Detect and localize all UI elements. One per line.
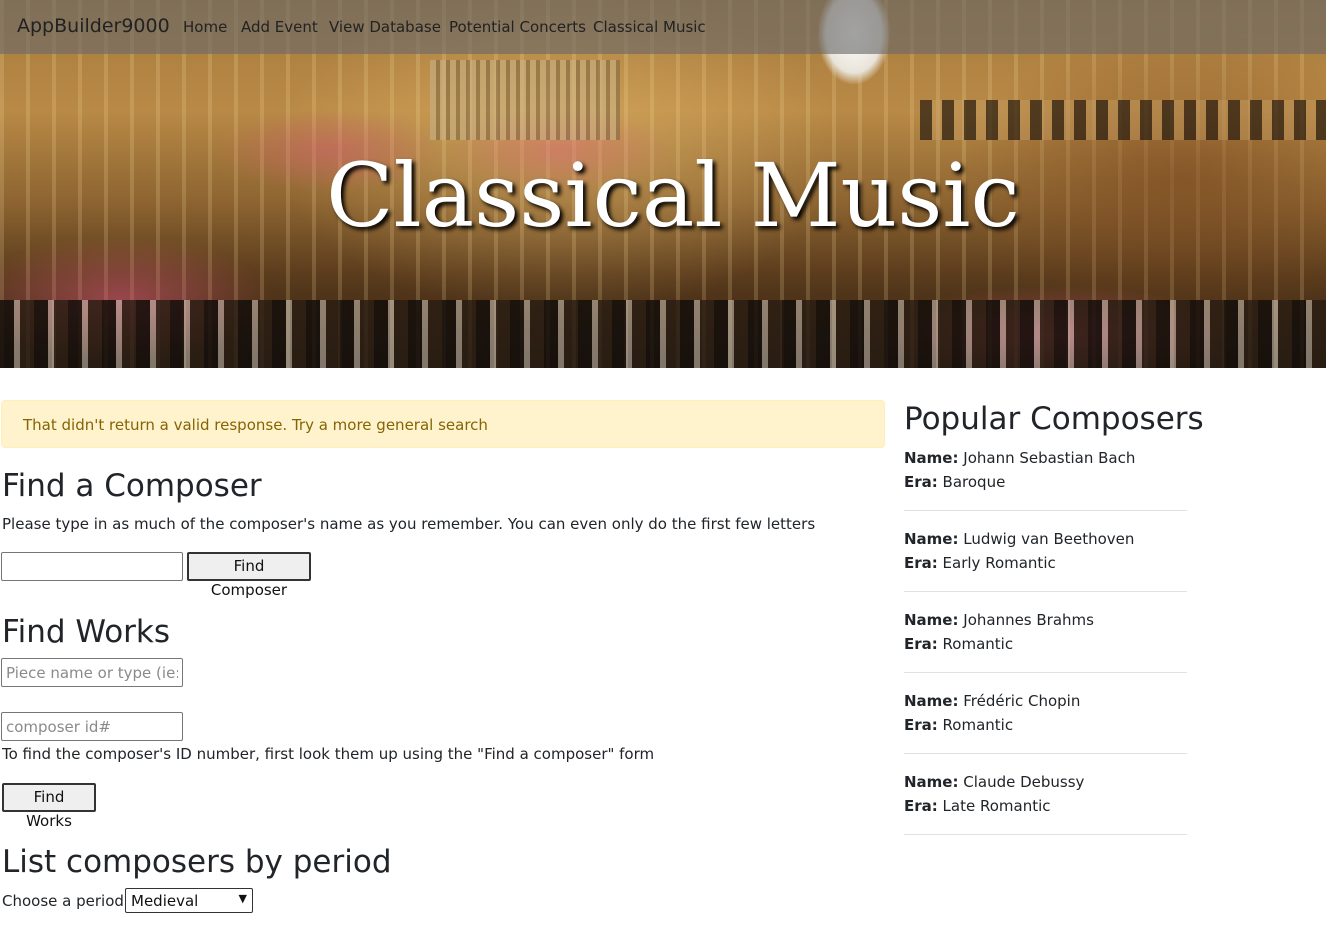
- name-label: Name:: [904, 530, 959, 548]
- composer-name: Claude Debussy: [963, 773, 1085, 791]
- hero-banner: Classical Music: [0, 0, 1326, 368]
- hero-title: Classical Music: [326, 144, 1020, 247]
- list-by-period-heading: List composers by period: [2, 844, 392, 880]
- composer-era: Romantic: [942, 716, 1014, 734]
- nav-link-add-event[interactable]: Add Event: [241, 18, 318, 36]
- find-composer-button[interactable]: Find Composer: [187, 552, 311, 599]
- composer-name: Johann Sebastian Bach: [963, 449, 1136, 467]
- name-label: Name:: [904, 449, 959, 467]
- alert-message: That didn't return a valid response. Try…: [23, 416, 488, 434]
- navbar-brand[interactable]: AppBuilder9000: [17, 15, 170, 37]
- era-label: Era:: [904, 473, 938, 491]
- composer-card: Name: Ludwig van Beethoven Era: Early Ro…: [904, 511, 1187, 592]
- name-label: Name:: [904, 692, 959, 710]
- period-label: Choose a period:: [2, 892, 129, 910]
- composer-era: Baroque: [942, 473, 1006, 491]
- find-works-heading: Find Works: [2, 614, 171, 650]
- composer-card: Name: Claude Debussy Era: Late Romantic: [904, 754, 1187, 835]
- era-label: Era:: [904, 635, 938, 653]
- navbar: AppBuilder9000 Home Add Event View Datab…: [0, 0, 1326, 54]
- orchestra-decoration: [0, 300, 1326, 368]
- composer-name: Frédéric Chopin: [963, 692, 1081, 710]
- composer-card: Name: Johannes Brahms Era: Romantic: [904, 592, 1187, 673]
- piece-name-input[interactable]: [1, 658, 183, 687]
- composer-era: Late Romantic: [942, 797, 1051, 815]
- nav-link-potential-concerts[interactable]: Potential Concerts: [449, 18, 586, 36]
- era-label: Era:: [904, 554, 938, 572]
- composer-card: Name: Frédéric Chopin Era: Romantic: [904, 673, 1187, 754]
- balcony-decoration: [920, 100, 1326, 140]
- composer-name: Johannes Brahms: [963, 611, 1094, 629]
- find-composer-heading: Find a Composer: [2, 468, 262, 504]
- era-label: Era:: [904, 797, 938, 815]
- composer-card: Name: Johann Sebastian Bach Era: Baroque: [904, 430, 1187, 511]
- name-label: Name:: [904, 611, 959, 629]
- nav-link-classical-music[interactable]: Classical Music: [593, 18, 706, 36]
- composer-id-hint: To find the composer's ID number, first …: [2, 745, 655, 763]
- composer-name: Ludwig van Beethoven: [963, 530, 1135, 548]
- nav-link-home[interactable]: Home: [183, 18, 227, 36]
- nav-link-view-database[interactable]: View Database: [329, 18, 441, 36]
- period-selected-value: Medieval: [131, 892, 199, 910]
- era-label: Era:: [904, 716, 938, 734]
- name-label: Name:: [904, 773, 959, 791]
- composer-id-input[interactable]: [1, 712, 183, 741]
- period-select[interactable]: Medieval ▼: [125, 888, 253, 913]
- find-works-button[interactable]: Find Works: [2, 783, 96, 830]
- warning-alert: That didn't return a valid response. Try…: [1, 400, 885, 448]
- composer-era: Romantic: [942, 635, 1014, 653]
- composer-era: Early Romantic: [942, 554, 1056, 572]
- composer-name-input[interactable]: [1, 552, 183, 581]
- chevron-down-icon: ▼: [238, 892, 247, 905]
- organ-pipes-decoration: [430, 60, 620, 140]
- find-composer-description: Please type in as much of the composer's…: [2, 515, 816, 533]
